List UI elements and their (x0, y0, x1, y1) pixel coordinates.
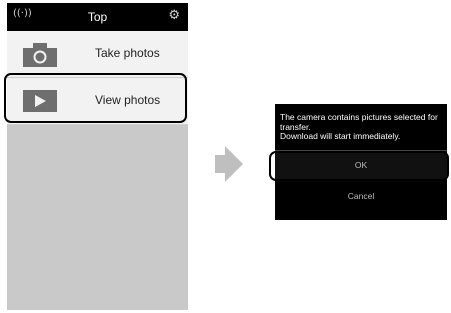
page-title: Top (87, 10, 108, 24)
cancel-button[interactable]: Cancel (275, 183, 447, 209)
dialog-message: The camera contains pictures selected fo… (280, 112, 438, 141)
selection-highlight (4, 73, 187, 123)
menu-item-label: Take photos (95, 46, 160, 60)
camera-icon (23, 43, 57, 72)
arrow-right-icon (215, 146, 243, 182)
gear-icon[interactable]: ⚙ (168, 8, 180, 23)
menu-item-take-photos[interactable]: Take photos (7, 31, 188, 78)
status-bar: ((·)) Top ⚙ (7, 3, 188, 31)
phone-screen: ((·)) Top ⚙ Take photos View photos (7, 3, 188, 310)
ok-button-highlight (269, 151, 449, 181)
